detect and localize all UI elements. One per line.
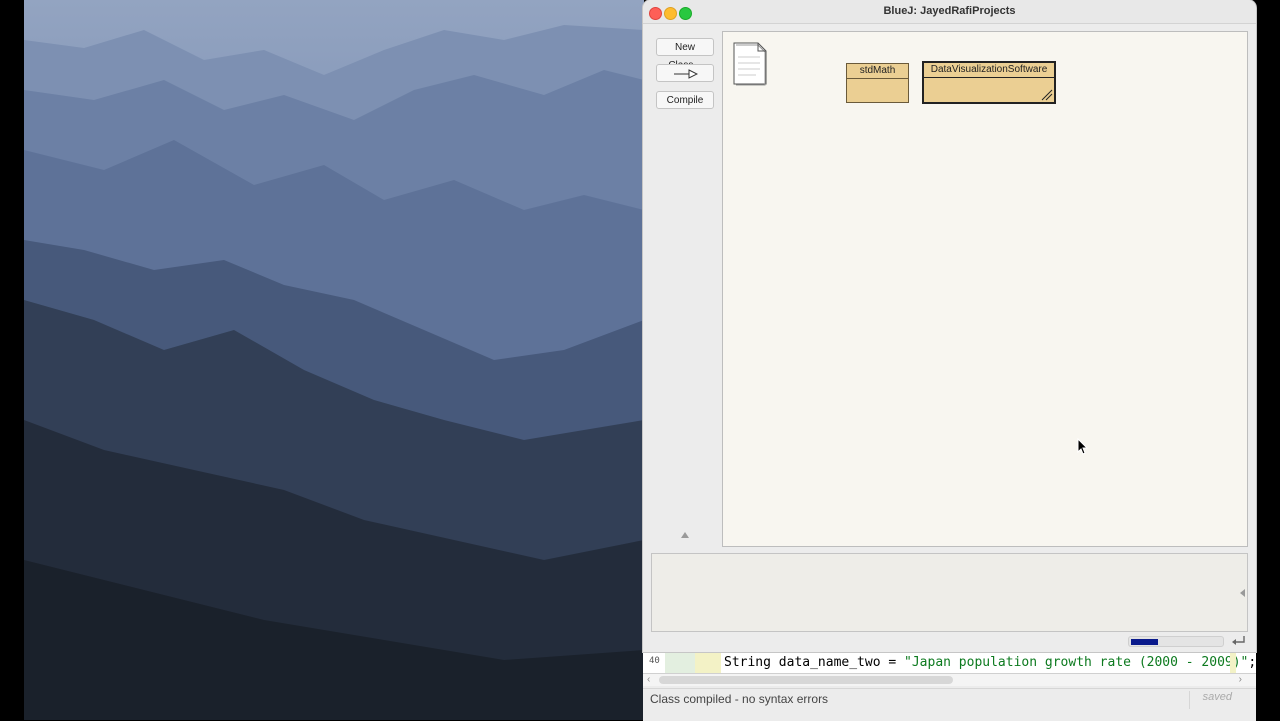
desktop-wallpaper bbox=[24, 0, 644, 720]
machine-status-indicator bbox=[1128, 636, 1224, 647]
uses-arrow-button[interactable] bbox=[656, 64, 714, 82]
class-name: stdMath bbox=[847, 64, 908, 79]
document-icon[interactable] bbox=[732, 41, 768, 87]
code-text[interactable]: String data_name_two = "Japan population… bbox=[724, 655, 1256, 670]
uses-arrow-icon bbox=[674, 69, 698, 79]
saved-indicator: saved bbox=[1202, 691, 1232, 703]
window-titlebar[interactable]: BlueJ: JayedRafiProjects bbox=[643, 0, 1256, 24]
editor-gutter-method-scope bbox=[695, 653, 721, 673]
mouse-pointer-icon bbox=[1077, 438, 1089, 455]
reset-vm-icon[interactable] bbox=[1231, 634, 1247, 648]
progress-fill bbox=[1131, 639, 1158, 645]
class-box-datavisualizationsoftware[interactable]: DataVisualizationSoftware bbox=[922, 61, 1056, 104]
class-box-stdmath[interactable]: stdMath bbox=[846, 63, 909, 103]
editor-gutter-scope bbox=[665, 653, 695, 673]
editor-right-gutter bbox=[1230, 653, 1236, 673]
editor-status-bar: Class compiled - no syntax errors saved bbox=[643, 688, 1256, 721]
scroll-left-icon[interactable]: ‹ bbox=[647, 674, 650, 685]
code-suffix: ; bbox=[1248, 655, 1257, 670]
status-divider bbox=[1189, 691, 1190, 709]
code-pad-area[interactable] bbox=[651, 553, 1248, 632]
resize-handle-icon[interactable] bbox=[1041, 89, 1053, 101]
scrollbar-thumb[interactable] bbox=[659, 676, 953, 684]
status-message: Class compiled - no syntax errors bbox=[650, 692, 829, 706]
code-prefix: String data_name_two = bbox=[724, 655, 905, 670]
compile-button[interactable]: Compile bbox=[656, 91, 714, 109]
class-name: DataVisualizationSoftware bbox=[924, 63, 1054, 78]
window-title: BlueJ: JayedRafiProjects bbox=[883, 5, 1016, 17]
code-string-literal: "Japan population growth rate (2000 - 20… bbox=[904, 655, 1249, 670]
collapse-up-icon[interactable] bbox=[681, 532, 689, 538]
editor-code-line[interactable]: 40 String data_name_two = "Japan populat… bbox=[643, 652, 1256, 674]
class-diagram-canvas[interactable]: stdMath DataVisualizationSoftware bbox=[722, 31, 1248, 547]
mountain-landscape bbox=[24, 25, 644, 720]
editor-horizontal-scrollbar[interactable]: ‹ › bbox=[643, 674, 1256, 686]
scroll-right-icon[interactable]: › bbox=[1239, 674, 1242, 685]
bluej-project-window: BlueJ: JayedRafiProjects New Class... Co… bbox=[643, 0, 1256, 652]
expand-left-icon[interactable] bbox=[1240, 589, 1245, 597]
line-number: 40 bbox=[649, 656, 660, 666]
new-class-button[interactable]: New Class... bbox=[656, 38, 714, 71]
